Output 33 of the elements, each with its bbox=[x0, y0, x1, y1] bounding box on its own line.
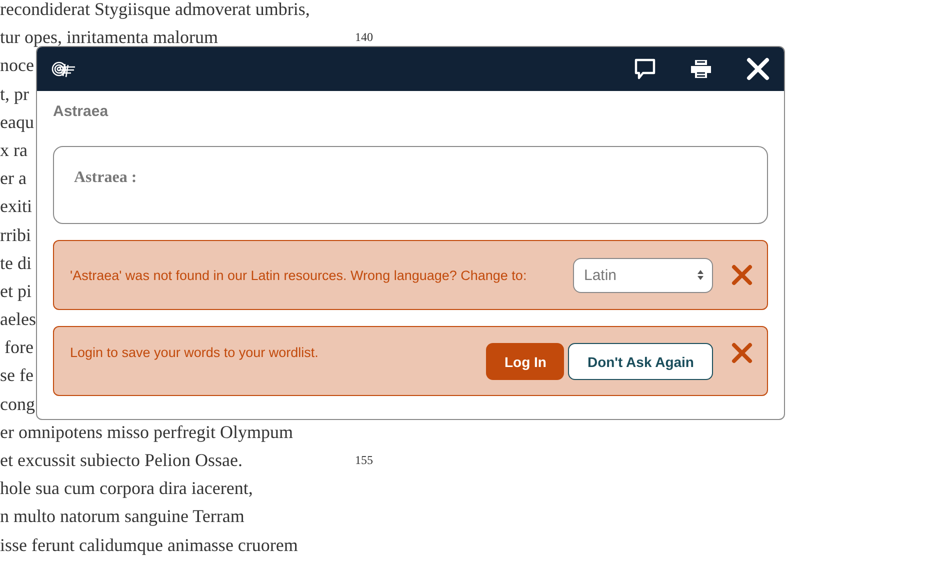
poem-line: t, pr bbox=[0, 82, 29, 106]
comment-icon[interactable] bbox=[634, 58, 656, 80]
poem-line: recondiderat Stygiisque admoverat umbris, bbox=[0, 0, 310, 21]
poem-line: te di bbox=[0, 252, 32, 275]
poem-line: n multo natorum sanguine Terram bbox=[0, 505, 244, 528]
poem-line: noce bbox=[0, 54, 34, 78]
alert-message: Login to save your words to your wordlist. bbox=[70, 345, 320, 360]
line-number: 140 bbox=[355, 29, 374, 46]
print-icon[interactable] bbox=[690, 59, 712, 79]
alert-message: 'Astraea' was not found in our Latin resources. Wrong language? Change to: bbox=[70, 268, 528, 282]
poem-line: er omnipotens misso perfregit Olympum bbox=[0, 420, 293, 444]
poem-line: x ra bbox=[0, 138, 28, 162]
language-select[interactable]: Latin bbox=[573, 258, 713, 292]
word-title: Astraea bbox=[53, 103, 110, 120]
poem-line: hole sua cum corpora dira iacerent, bbox=[0, 477, 253, 500]
poem-line: et pi bbox=[0, 280, 32, 303]
poem-line: er a bbox=[0, 167, 26, 190]
line-number: 155 bbox=[355, 452, 374, 469]
poem-line: rribi bbox=[0, 224, 31, 246]
poem-line: exiti bbox=[0, 195, 32, 218]
logo-icon bbox=[51, 60, 77, 78]
poem-line: tur opes, inritamenta malorum bbox=[0, 26, 218, 50]
poem-line: et excussit subiecto Pelion Ossae. bbox=[0, 449, 242, 472]
poem-line: eaqu bbox=[0, 110, 34, 134]
dont-ask-again-button[interactable]: Don't Ask Again bbox=[568, 343, 713, 380]
dropdown-arrows-icon bbox=[697, 269, 704, 281]
poem-line: se fe bbox=[0, 364, 34, 388]
poem-line: isse ferunt calidumque animasse cruorem bbox=[0, 534, 298, 557]
poem-line: fore bbox=[4, 336, 34, 360]
login-button[interactable]: Log In bbox=[486, 343, 564, 380]
poem-line: aeles bbox=[0, 308, 36, 332]
entry-label: Astraea : bbox=[74, 169, 137, 186]
poem-line: cong bbox=[0, 392, 35, 416]
